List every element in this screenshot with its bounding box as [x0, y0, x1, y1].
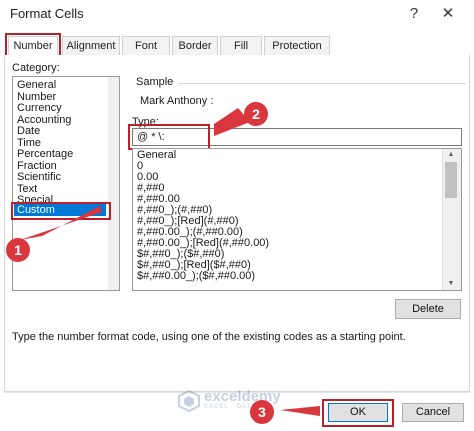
- callout-1-pointer: [20, 206, 102, 240]
- step-3-badge: 3: [250, 400, 274, 424]
- callout-3-pointer: [280, 406, 320, 416]
- annotation-callouts: [20, 108, 320, 416]
- step-1-badge: 1: [6, 238, 30, 262]
- step-2-badge: 2: [244, 102, 268, 126]
